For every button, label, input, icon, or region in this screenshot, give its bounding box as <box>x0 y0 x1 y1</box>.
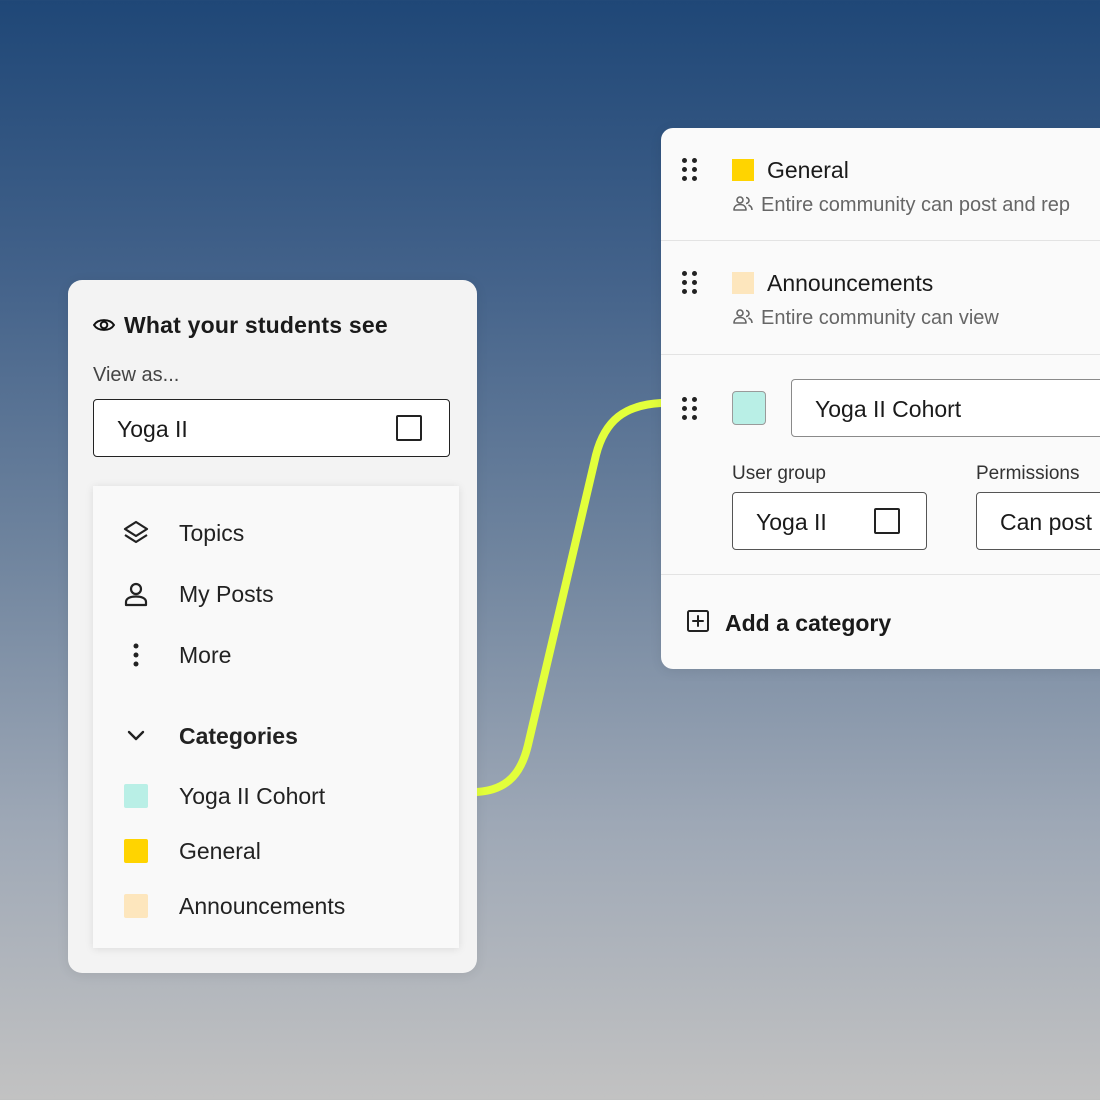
category-permission: Entire community can post and rep <box>733 194 1070 217</box>
student-preview-title: What your students see <box>124 311 388 338</box>
category-permission: Entire community can view <box>733 307 999 330</box>
more-vertical-icon <box>121 640 151 670</box>
category-label: Yoga II Cohort <box>179 782 326 809</box>
category-color-swatch[interactable] <box>732 272 754 294</box>
category-color-swatch <box>124 894 148 918</box>
users-icon <box>733 194 753 217</box>
view-as-value: Yoga II <box>117 416 188 442</box>
category-name: Announcements <box>767 270 934 296</box>
users-icon <box>733 307 753 330</box>
user-group-value: Yoga II <box>756 509 827 535</box>
dropdown-box-icon <box>396 415 422 441</box>
drag-handle-icon[interactable] <box>682 158 698 182</box>
category-name: General <box>767 157 849 183</box>
view-as-label: View as... <box>93 364 180 386</box>
nav-item-label: Topics <box>179 519 245 546</box>
layers-icon <box>121 518 151 548</box>
category-swatch-wrap <box>121 836 151 866</box>
dropdown-box-icon <box>874 508 900 534</box>
user-icon <box>121 579 151 609</box>
view-as-select[interactable]: Yoga II <box>93 399 450 457</box>
permissions-label: Permissions <box>976 463 1080 484</box>
plus-square-icon <box>686 609 710 638</box>
category-name-input[interactable]: Yoga II Cohort <box>791 379 1100 437</box>
add-category-button[interactable]: Add a category <box>686 609 891 638</box>
category-permission-text: Entire community can post and rep <box>761 194 1071 216</box>
category-name-input-value: Yoga II Cohort <box>815 396 962 422</box>
user-group-label: User group <box>732 463 826 484</box>
eye-icon <box>93 314 115 336</box>
student-preview-heading: What your students see <box>93 310 388 340</box>
categories-heading: Categories <box>179 722 298 749</box>
student-preview-card: What your students see View as... Yoga I… <box>68 280 477 973</box>
permissions-value: Can post <box>1000 509 1093 535</box>
category-permission-text: Entire community can view <box>761 307 999 329</box>
category-color-swatch[interactable] <box>732 159 754 181</box>
category-swatch-wrap <box>121 891 151 921</box>
category-label: Announcements <box>179 892 346 919</box>
category-color-picker[interactable] <box>732 391 766 425</box>
chevron-down-icon <box>121 721 151 751</box>
category-row-announcements: Announcements Entire community can view <box>661 241 1100 355</box>
category-swatch-wrap <box>121 781 151 811</box>
category-row-general: General Entire community can post and re… <box>661 128 1100 241</box>
user-group-select[interactable]: Yoga II <box>732 492 927 550</box>
category-label: General <box>179 837 261 864</box>
nav-item-label: My Posts <box>179 580 274 607</box>
category-editor-card: General Entire community can post and re… <box>661 128 1100 669</box>
category-color-swatch <box>124 784 148 808</box>
permissions-select[interactable]: Can post <box>976 492 1100 550</box>
drag-handle-icon[interactable] <box>682 271 698 295</box>
student-nav-panel: Topics My Posts More Categories Yoga II … <box>93 486 459 948</box>
category-color-swatch <box>124 839 148 863</box>
nav-item-label: More <box>179 641 232 668</box>
drag-handle-icon[interactable] <box>682 397 698 421</box>
add-category-label: Add a category <box>725 610 892 636</box>
